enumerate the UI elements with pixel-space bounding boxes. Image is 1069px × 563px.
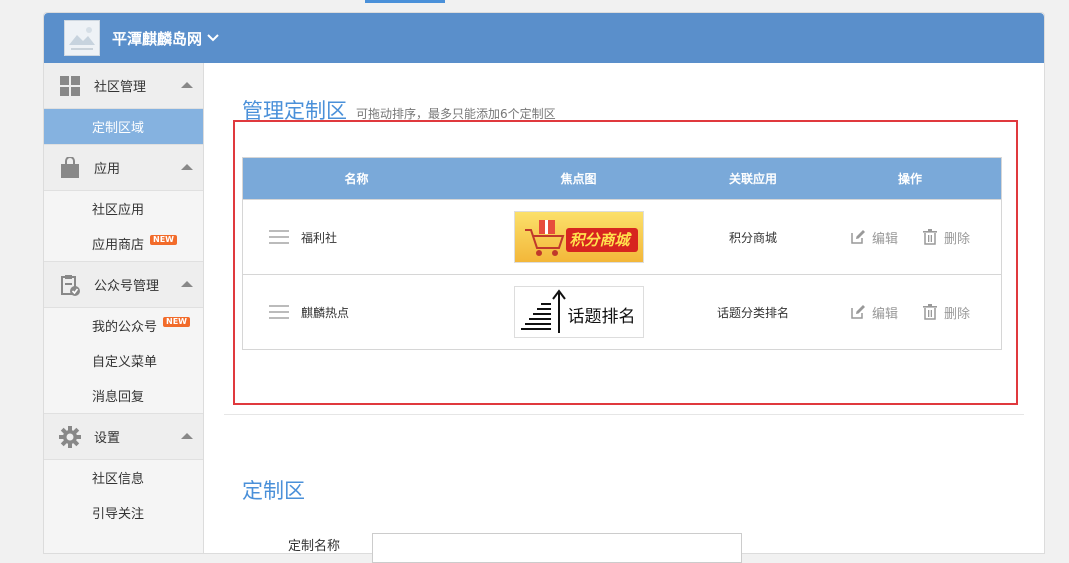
sidebar-item-label: 引导关注 — [92, 507, 145, 522]
sidebar-section-apps[interactable]: 应用 — [44, 144, 203, 191]
caret-up-icon[interactable] — [181, 82, 193, 88]
caret-up-icon[interactable] — [181, 433, 193, 439]
sidebar-item-my-accounts[interactable]: 我的公众号 NEW — [44, 308, 203, 343]
grid-icon — [59, 75, 81, 97]
main-content: 管理定制区 可拖动排序，最多只能添加6个定制区 名称 焦点图 关联应用 操作 福… — [204, 63, 1044, 563]
sidebar-section-label: 公众号管理 — [94, 279, 160, 294]
sidebar-item-guide-follow[interactable]: 引导关注 — [44, 495, 203, 530]
site-name[interactable]: 平潭麒麟岛网 — [112, 28, 202, 49]
caret-up-icon[interactable] — [181, 281, 193, 287]
sidebar: 社区管理 定制区域 应用 社区应用 应用商店 NEW 公众号管理 我的公众号 N… — [44, 63, 204, 553]
clipboard-check-icon — [59, 274, 81, 296]
sidebar-item-label: 定制区域 — [92, 121, 145, 136]
sidebar-item-community-apps[interactable]: 社区应用 — [44, 191, 203, 226]
chevron-down-icon[interactable] — [207, 34, 219, 42]
name-field[interactable] — [372, 533, 742, 563]
sidebar-section-label: 应用 — [94, 162, 121, 177]
sidebar-item-community-info[interactable]: 社区信息 — [44, 460, 203, 495]
sidebar-item-label: 社区应用 — [92, 203, 145, 218]
sidebar-section-label: 社区管理 — [94, 80, 147, 95]
sidebar-item-label: 自定义菜单 — [92, 355, 158, 370]
name-field-label: 定制名称 — [288, 539, 341, 554]
sidebar-section-label: 设置 — [94, 431, 121, 446]
sidebar-item-label: 我的公众号 — [92, 320, 158, 335]
caret-up-icon[interactable] — [181, 164, 193, 170]
site-logo[interactable] — [64, 20, 100, 56]
app-header: 平潭麒麟岛网 — [44, 13, 1044, 63]
sidebar-section-community[interactable]: 社区管理 — [44, 63, 203, 109]
new-badge: NEW — [150, 234, 177, 245]
gear-icon — [59, 425, 81, 448]
sidebar-section-settings[interactable]: 设置 — [44, 413, 203, 460]
new-badge: NEW — [163, 316, 190, 327]
sidebar-section-official-account[interactable]: 公众号管理 — [44, 261, 203, 308]
sidebar-item-message-reply[interactable]: 消息回复 — [44, 378, 203, 413]
sidebar-item-app-store[interactable]: 应用商店 NEW — [44, 226, 203, 261]
sidebar-item-label: 社区信息 — [92, 472, 145, 487]
sidebar-item-custom-menu[interactable]: 自定义菜单 — [44, 343, 203, 378]
sidebar-item-custom-area[interactable]: 定制区域 — [44, 109, 203, 144]
bag-icon — [59, 156, 81, 179]
highlight-box — [233, 120, 1018, 405]
section-title: 定制区 — [242, 479, 305, 503]
top-accent-bar — [365, 0, 445, 3]
section-divider — [224, 414, 1024, 415]
main-panel: 平潭麒麟岛网 社区管理 定制区域 应用 社区应用 应用商店 NEW 公众号管理 … — [43, 12, 1045, 563]
sidebar-item-label: 消息回复 — [92, 390, 145, 405]
sidebar-item-label: 应用商店 — [92, 238, 145, 253]
